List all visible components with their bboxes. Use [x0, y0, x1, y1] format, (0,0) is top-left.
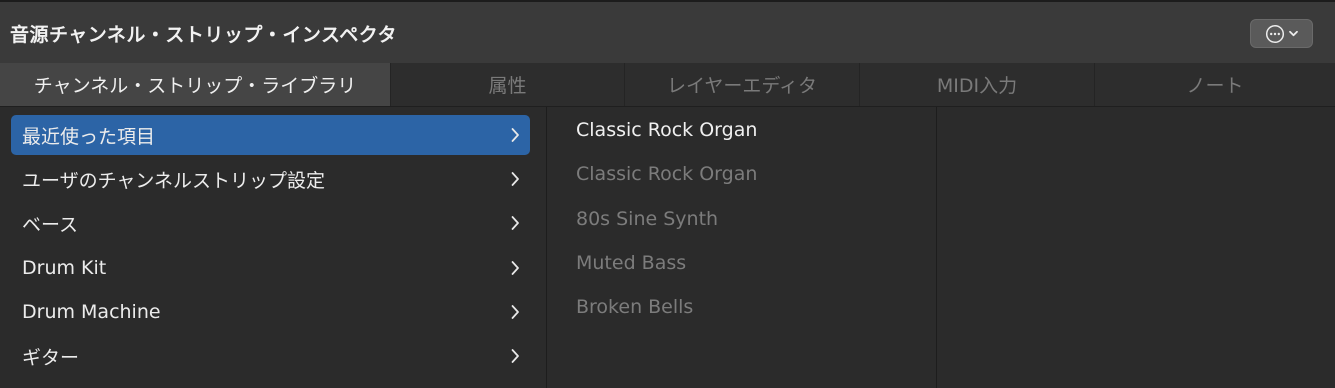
- ellipsis-circle-icon: [1265, 24, 1284, 43]
- patch-item[interactable]: 80s Sine Synth: [576, 199, 718, 239]
- tab-attributes[interactable]: 属性: [391, 63, 625, 106]
- patch-item[interactable]: Broken Bells: [576, 287, 693, 327]
- category-label: 最近使った項目: [22, 125, 156, 148]
- patch-item[interactable]: Classic Rock Organ: [576, 110, 757, 150]
- inspector-tabs: チャンネル・ストリップ・ライブラリ 属性 レイヤーエディタ MIDI入力 ノート: [0, 63, 1335, 107]
- chevron-right-icon: [511, 216, 519, 230]
- category-label: ユーザのチャンネルストリップ設定: [22, 169, 326, 192]
- chevron-right-icon: [511, 128, 519, 142]
- empty-detail-column: [937, 107, 1335, 388]
- inspector-title: 音源チャンネル・ストリップ・インスペクタ: [10, 24, 397, 46]
- tab-layer-editor[interactable]: レイヤーエディタ: [625, 63, 860, 106]
- chevron-down-icon: [1288, 30, 1298, 37]
- category-label: ギター: [22, 346, 80, 369]
- tab-channel-strip-library[interactable]: チャンネル・ストリップ・ライブラリ: [0, 63, 391, 106]
- category-item-drum-machine[interactable]: Drum Machine: [11, 292, 530, 332]
- category-item-user-presets[interactable]: ユーザのチャンネルストリップ設定: [11, 159, 530, 199]
- category-item-recent[interactable]: 最近使った項目: [11, 115, 530, 155]
- category-label: Drum Machine: [22, 301, 161, 323]
- tab-notes[interactable]: ノート: [1095, 63, 1335, 106]
- chevron-right-icon: [511, 261, 519, 275]
- patch-item[interactable]: Classic Rock Organ: [576, 154, 757, 194]
- category-label: ベース: [22, 213, 79, 236]
- category-item-drum-kit[interactable]: Drum Kit: [11, 248, 530, 288]
- chevron-right-icon: [511, 305, 519, 319]
- category-item-bass[interactable]: ベース: [11, 203, 530, 243]
- patch-item[interactable]: Muted Bass: [576, 243, 686, 283]
- category-column: 最近使った項目 ユーザのチャンネルストリップ設定 ベース Drum Kit Dr…: [0, 107, 547, 388]
- recent-items-column: Classic Rock Organ Classic Rock Organ 80…: [547, 107, 937, 388]
- category-item-guitar[interactable]: ギター: [11, 336, 530, 376]
- chevron-right-icon: [511, 349, 519, 363]
- action-menu-button[interactable]: [1250, 19, 1313, 48]
- inspector-header: 音源チャンネル・ストリップ・インスペクタ: [0, 0, 1335, 63]
- chevron-right-icon: [511, 172, 519, 186]
- tab-midi-input[interactable]: MIDI入力: [860, 63, 1095, 106]
- category-label: Drum Kit: [22, 257, 107, 279]
